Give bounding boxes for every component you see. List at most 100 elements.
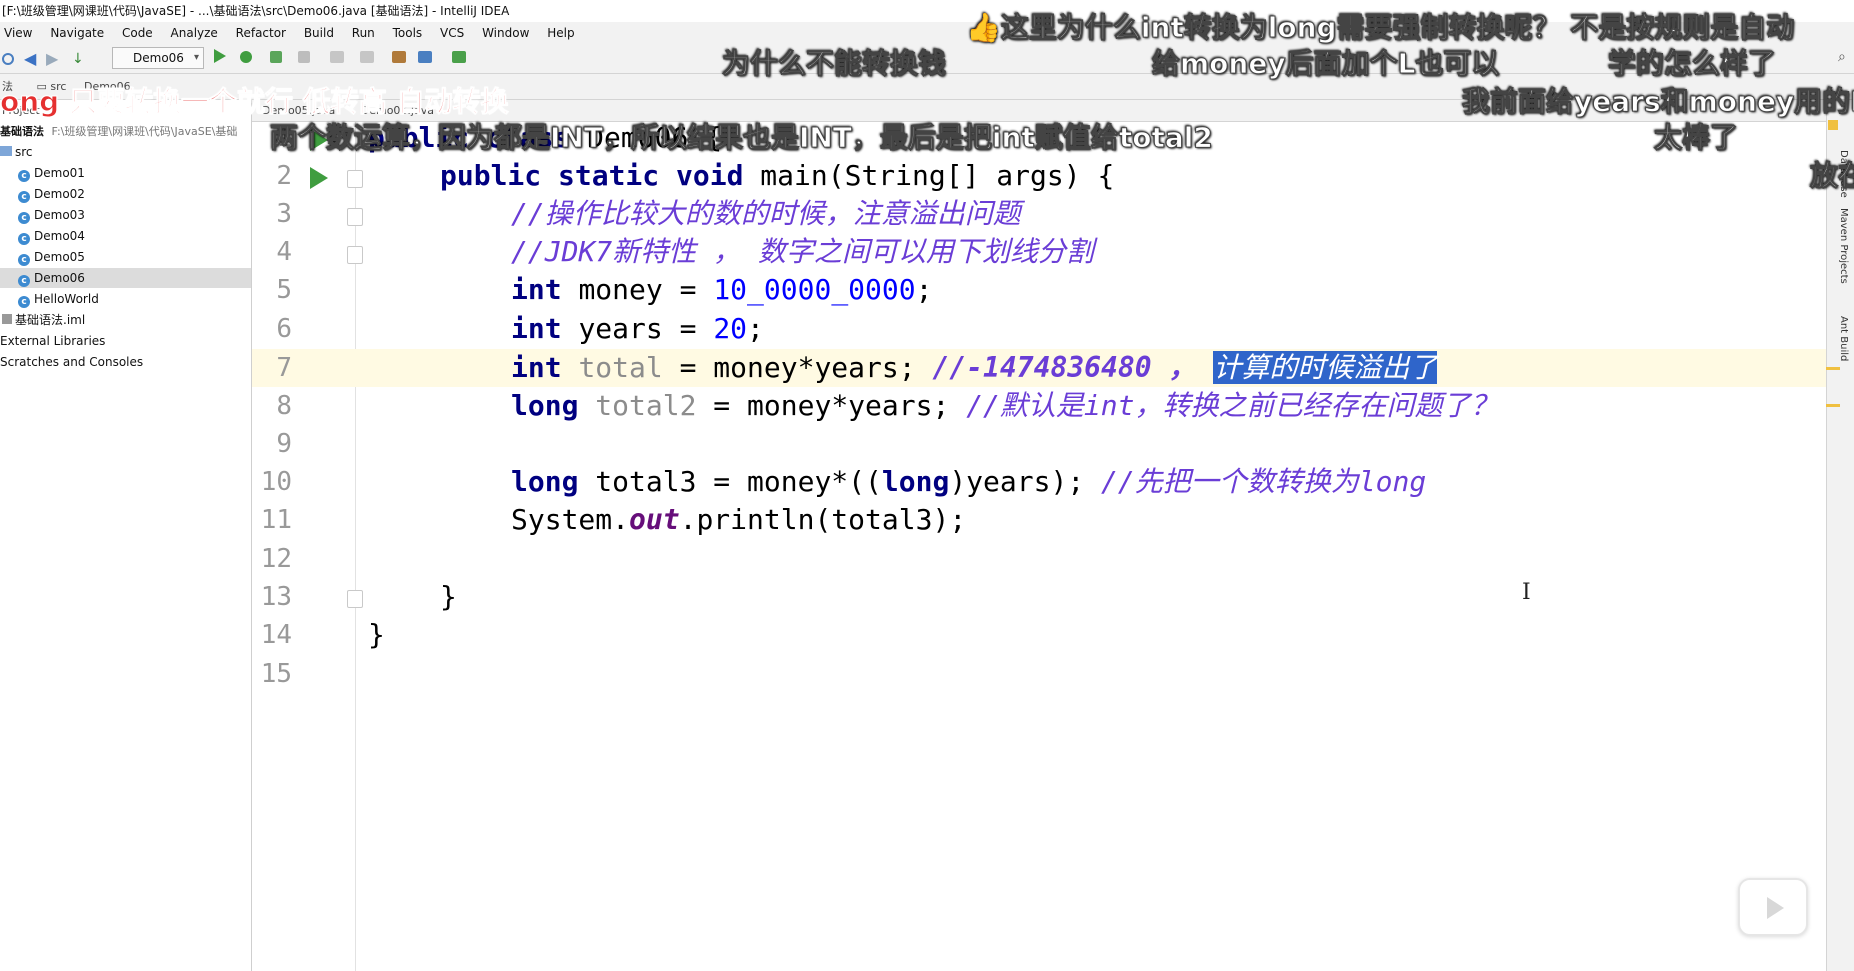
menu-analyze[interactable]: Analyze	[171, 26, 218, 40]
run-config-select[interactable]: Demo06 ▾	[112, 47, 204, 69]
code-line-6: int years = 20;	[511, 310, 764, 348]
danmaku-comment: 两个数运算，因为都是INT，所以结果也是INT，最后是把int赋值给total2	[270, 121, 1214, 155]
menu-help[interactable]: Help	[547, 26, 574, 40]
class-ref: System.	[511, 503, 630, 536]
menu-refactor[interactable]: Refactor	[236, 26, 286, 40]
tree-demo02[interactable]: c Demo02	[18, 184, 85, 204]
tree-iml[interactable]: 基础语法.iml	[2, 310, 85, 330]
maven-tool-button[interactable]: Maven Projects	[1838, 208, 1849, 284]
fold-marker-icon[interactable]	[347, 246, 363, 264]
tree-demo05[interactable]: c Demo05	[18, 247, 85, 267]
line-number: 14	[260, 620, 292, 650]
menu-navigate[interactable]: Navigate	[50, 26, 104, 40]
method-call: .println(total3);	[679, 503, 967, 536]
tree-label: 基础语法.iml	[15, 313, 86, 327]
tree-label: Scratches and Consoles	[0, 355, 144, 369]
selected-text[interactable]: 计算的时候溢出了	[1213, 351, 1438, 384]
line-number: 10	[260, 467, 292, 497]
project-root[interactable]: 基础语法 F:\班级管理\网课班\代码\JavaSE\基础	[0, 123, 252, 141]
line-number: 8	[276, 391, 292, 421]
warning-stripe[interactable]	[1826, 367, 1840, 370]
number-literal: 20	[713, 312, 748, 345]
ant-build-tool-button[interactable]: Ant Build	[1838, 316, 1849, 361]
run-icon[interactable]	[214, 49, 226, 63]
danmaku-comment: 为什么不能转换钱	[721, 47, 947, 81]
expression: total3 = money*((	[595, 465, 882, 498]
warning-indicator-icon[interactable]	[1828, 120, 1838, 130]
semicolon: ;	[915, 273, 933, 306]
comment: //-1474836480 ，	[932, 351, 1197, 384]
forward-arrow-icon[interactable]: ▶	[46, 51, 62, 67]
expression: = money*years;	[696, 389, 950, 422]
danmaku-comment: 给money后面加个L也可以	[1151, 47, 1500, 81]
variable: money	[578, 273, 663, 306]
keyword: long	[511, 465, 579, 498]
tree-src[interactable]: src	[0, 142, 33, 162]
menu-run[interactable]: Run	[352, 26, 375, 40]
line-number: 4	[276, 237, 292, 267]
unused-variable: total2	[595, 389, 697, 422]
project-root-name: 基础语法	[0, 125, 44, 138]
tree-demo06[interactable]: c Demo06	[0, 268, 251, 288]
tree-demo01[interactable]: c Demo01	[18, 163, 85, 183]
keyword: public static void	[440, 159, 744, 192]
line-number: 11	[260, 505, 292, 535]
tree-external-libraries[interactable]: External Libraries	[0, 331, 105, 351]
keyword: int	[511, 312, 562, 345]
menu-window[interactable]: Window	[482, 26, 529, 40]
number-literal: 10_0000_0000	[713, 273, 916, 306]
project-panel: Project 基础语法 F:\班级管理\网课班\代码\JavaSE\基础 sr…	[0, 100, 252, 971]
search-icon[interactable]: ⌕	[1838, 49, 1854, 65]
line-number: 3	[276, 199, 292, 229]
line-number: 5	[276, 275, 292, 305]
settings-icon[interactable]	[392, 51, 406, 63]
class-icon: c	[18, 191, 30, 203]
menu-build[interactable]: Build	[304, 26, 334, 40]
debug-icon[interactable]	[240, 51, 252, 63]
tree-scratches[interactable]: Scratches and Consoles	[0, 352, 143, 372]
project-structure-icon[interactable]	[418, 51, 432, 63]
expression: = money*years;	[679, 351, 916, 384]
variable: years	[578, 312, 663, 345]
fold-marker-icon[interactable]	[347, 590, 363, 608]
unused-variable: total	[578, 351, 663, 384]
module-file-icon	[2, 314, 12, 324]
line-number: 12	[260, 544, 292, 574]
coverage-icon[interactable]	[270, 51, 282, 63]
sync-icon[interactable]	[2, 53, 14, 65]
menu-code[interactable]: Code	[122, 26, 153, 40]
comment: //先把一个数转换为long	[1101, 465, 1427, 498]
tree-demo04[interactable]: c Demo04	[18, 226, 85, 246]
folder-icon	[0, 146, 12, 156]
stop-icon[interactable]	[298, 51, 310, 63]
back-arrow-icon[interactable]: ◀	[24, 51, 40, 67]
make-icon[interactable]: ↓	[72, 51, 88, 67]
sdk-icon[interactable]	[452, 51, 466, 63]
method-signature: main(String[] args) {	[760, 159, 1115, 192]
keyword: long	[511, 389, 579, 422]
menu-view[interactable]: View	[4, 26, 32, 40]
danmaku-comment: 放在	[1809, 159, 1854, 193]
tree-label: HelloWorld	[34, 292, 99, 306]
class-icon: c	[18, 254, 30, 266]
run-main-icon[interactable]	[310, 167, 328, 189]
danmaku-comment: 太棒了	[1653, 121, 1739, 155]
fold-marker-icon[interactable]	[347, 208, 363, 226]
warning-stripe[interactable]	[1826, 404, 1840, 407]
play-icon	[1767, 897, 1784, 919]
static-field: out	[629, 503, 680, 536]
attach-icon[interactable]	[360, 51, 374, 63]
tree-demo03[interactable]: c Demo03	[18, 205, 85, 225]
menu-tools[interactable]: Tools	[393, 26, 423, 40]
code-line-4: //JDK7新特性 ， 数字之间可以用下划线分割	[511, 235, 1094, 268]
danmaku-comment: 学的怎么样了	[1607, 47, 1777, 81]
danmaku-comment: 👍这里为什么int转换为long需要强制转换呢？ 不是按规则是自动	[965, 11, 1795, 45]
code-line-2: public static void main(String[] args) {	[440, 157, 1114, 195]
fold-marker-icon[interactable]	[347, 170, 363, 188]
line-number: 9	[276, 429, 292, 459]
build-icon[interactable]	[330, 51, 344, 63]
operator: =	[679, 273, 697, 306]
menu-vcs[interactable]: VCS	[440, 26, 464, 40]
tree-helloworld[interactable]: c HelloWorld	[18, 289, 99, 309]
video-play-button[interactable]	[1738, 878, 1808, 936]
